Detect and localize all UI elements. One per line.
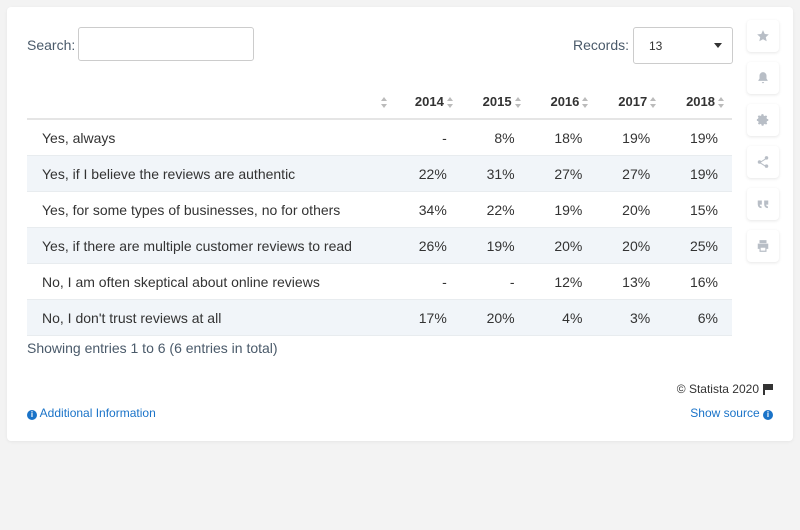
cell-2015: - [460,263,529,300]
cell-2017: 19% [596,119,665,156]
cell-2016: 19% [528,191,597,228]
cell-2015: 22% [460,191,529,228]
bell-icon [758,72,768,84]
cell-2018: 19% [664,155,732,192]
info-icon: i [27,410,37,420]
cell-2014: 17% [393,299,461,336]
cell-2015: 31% [460,155,529,192]
sort-icon [446,96,453,108]
cell-2015: 8% [460,119,529,156]
share-icon [757,156,769,168]
column-header-2015[interactable]: 2015 [460,84,529,120]
row-label: Yes, for some types of businesses, no fo… [27,191,393,228]
cell-2017: 27% [596,155,665,192]
column-header-2018[interactable]: 2018 [664,84,732,120]
row-label: No, I am often skeptical about online re… [27,263,393,300]
cell-2014: - [393,263,461,300]
quote-icon [757,200,769,209]
share-button[interactable] [747,146,779,178]
cell-2018: 16% [664,263,732,300]
column-header-2016[interactable]: 2016 [528,84,597,120]
cell-2016: 12% [528,263,597,300]
cell-2016: 18% [528,119,597,156]
cell-2018: 6% [664,299,732,336]
search-input[interactable] [78,27,254,61]
table-row: No, I am often skeptical about online re… [27,263,732,300]
sort-icon [514,96,521,108]
notification-button[interactable] [747,62,779,94]
action-sidebar [747,20,779,272]
cell-2017: 3% [596,299,665,336]
cell-2017: 13% [596,263,665,300]
caret-down-icon [714,43,722,48]
print-icon [757,240,769,252]
cell-2015: 19% [460,227,529,264]
table-header-row: 2014 2015 2016 2017 2018 [27,84,732,120]
star-icon [757,30,769,42]
cell-2015: 20% [460,299,529,336]
print-button[interactable] [747,230,779,262]
statistic-card: Search: Records: 13 2014 2015 2016 2017 … [7,7,793,441]
sort-icon [582,96,589,108]
column-header-2017[interactable]: 2017 [596,84,665,120]
show-source-link[interactable]: Show source i [690,406,773,420]
cell-2018: 25% [664,227,732,264]
copyright[interactable]: © Statista 2020 [677,382,773,396]
cell-2018: 15% [664,191,732,228]
entries-summary: Showing entries 1 to 6 (6 entries in tot… [27,340,278,356]
sort-icon [381,96,387,108]
cell-2017: 20% [596,227,665,264]
cell-2014: 22% [393,155,461,192]
info-icon: i [763,410,773,420]
flag-icon [763,384,773,395]
cell-2018: 19% [664,119,732,156]
cell-2017: 20% [596,191,665,228]
column-header-label[interactable] [27,84,393,120]
cell-2016: 20% [528,227,597,264]
row-label: Yes, always [27,119,393,156]
cell-2014: - [393,119,461,156]
row-label: Yes, if I believe the reviews are authen… [27,155,393,192]
records-label: Records: [573,37,630,53]
sort-icon [718,96,724,108]
favorite-button[interactable] [747,20,779,52]
table-row: Yes, always - 8% 18% 19% 19% [27,119,732,156]
records-value: 13 [649,39,663,53]
table-row: Yes, if I believe the reviews are authen… [27,155,732,192]
gear-icon [756,114,769,126]
records-select[interactable]: 13 [633,27,733,64]
cell-2016: 27% [528,155,597,192]
row-label: Yes, if there are multiple customer revi… [27,227,393,264]
table-row: Yes, for some types of businesses, no fo… [27,191,732,228]
cell-2014: 26% [393,227,461,264]
data-table: 2014 2015 2016 2017 2018 Yes, always - 8… [27,84,732,336]
cell-2016: 4% [528,299,597,336]
table-row: Yes, if there are multiple customer revi… [27,227,732,264]
row-label: No, I don't trust reviews at all [27,299,393,336]
sort-icon [650,96,657,108]
cite-button[interactable] [747,188,779,220]
table-row: No, I don't trust reviews at all 17% 20%… [27,299,732,336]
cell-2014: 34% [393,191,461,228]
column-header-2014[interactable]: 2014 [393,84,461,120]
additional-information-link[interactable]: i Additional Information [27,406,156,420]
search-label: Search: [27,37,76,53]
settings-button[interactable] [747,104,779,136]
